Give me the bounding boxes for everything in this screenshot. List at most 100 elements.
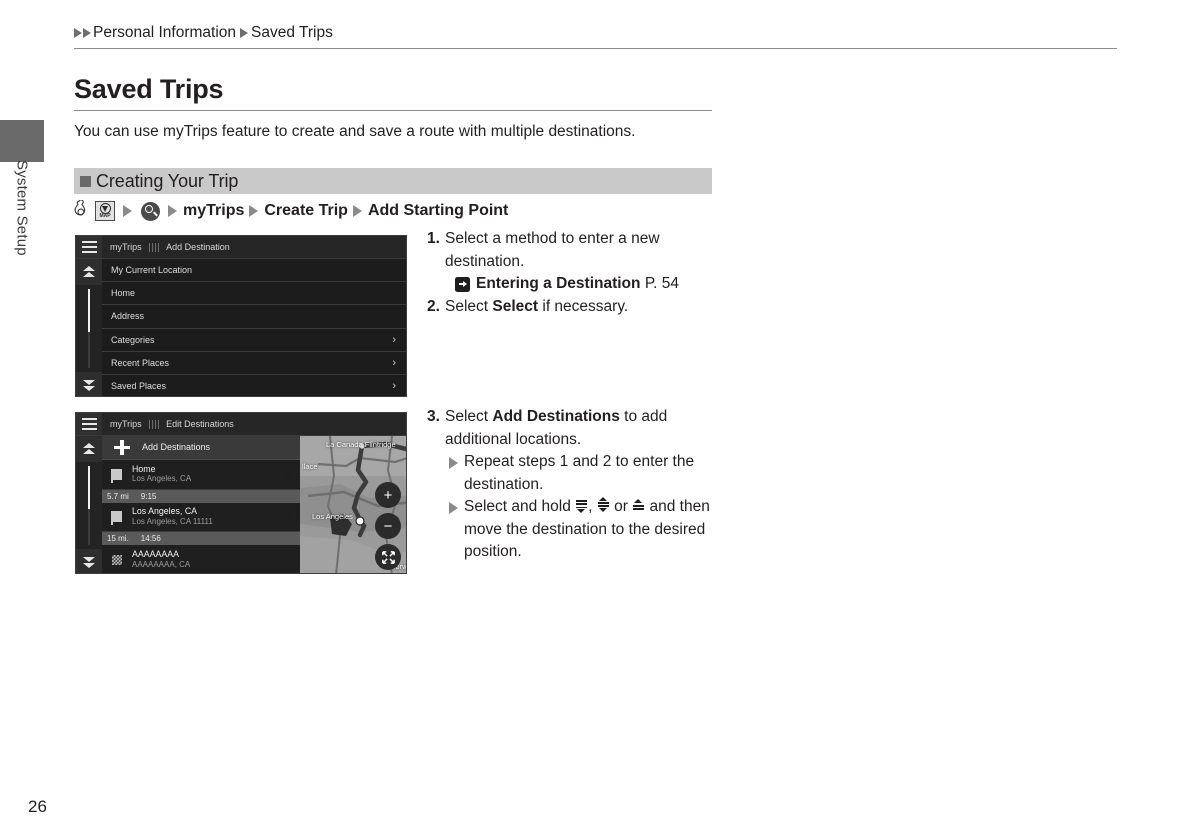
list-item[interactable]: Categories ›: [102, 329, 406, 352]
step-2-bold: Select: [492, 297, 539, 315]
breadcrumb: Personal Information Saved Trips: [74, 24, 333, 42]
destination-text: Los Angeles, CA Los Angeles, CA 11111: [132, 506, 274, 527]
device2-scroll-rail[interactable]: [76, 436, 102, 573]
handle-updown-icon[interactable]: [274, 509, 300, 525]
list-item[interactable]: Los Angeles, CA Los Angeles, CA 11111: [102, 502, 300, 533]
step-3-bullet-2-text: Select and hold , or and then move the d…: [464, 496, 719, 564]
device1-list: My Current Location Home Address Categor…: [102, 259, 406, 396]
nav-path-item-mytrips[interactable]: myTrips: [183, 202, 244, 220]
breadcrumb-item-saved-trips[interactable]: Saved Trips: [251, 24, 333, 42]
device2-body: Add Destinations Home Los Angeles, CA 5.…: [76, 436, 406, 573]
nav-path-item-add-starting-point[interactable]: Add Starting Point: [368, 202, 508, 220]
leg-info-row: 15 mi. 14:56: [102, 532, 300, 546]
chevron-right-icon: ›: [392, 333, 396, 346]
map-label-la-canada: La Canada Flintridge: [326, 440, 396, 449]
double-chevron-down-icon: [82, 379, 96, 392]
bullet-arrow-icon: [449, 502, 458, 514]
step-2-text: Select Select if necessary.: [445, 296, 715, 319]
map-expand-button[interactable]: [375, 544, 401, 570]
step-2-post: if necessary.: [538, 297, 629, 315]
sidebar-tab-marker: [0, 120, 44, 162]
scroll-down-button[interactable]: [76, 549, 102, 573]
list-item[interactable]: Recent Places ›: [102, 352, 406, 375]
device1-header: myTrips Add Destination: [76, 236, 406, 259]
map-preview[interactable]: La Canada Flintridge llace Los Angeles M…: [300, 436, 406, 573]
handle-glyph: [281, 467, 293, 481]
bullet-2-pre: Select and hold: [464, 498, 576, 515]
step-3-pre: Select: [445, 408, 493, 425]
destination-name: Home: [132, 463, 156, 474]
flag-icon: [108, 468, 126, 483]
page-root: System Setup Personal Information Saved …: [0, 0, 1191, 840]
nav-arrow-icon-1: [123, 205, 132, 217]
breadcrumb-item-personal-information[interactable]: Personal Information: [93, 24, 236, 42]
step-3-text: Select Add Destinations to add additiona…: [445, 406, 719, 451]
scrollbar-track[interactable]: [88, 289, 90, 368]
list-item[interactable]: Home: [102, 282, 406, 306]
search-circle-icon[interactable]: [141, 201, 160, 221]
list-item[interactable]: My Current Location: [102, 259, 406, 283]
device1-body: My Current Location Home Address Categor…: [76, 259, 406, 396]
double-chevron-up-icon: [82, 265, 96, 279]
nav-path-item-create-trip[interactable]: Create Trip: [264, 202, 348, 220]
destination-address: AAAAAAAA, CA: [132, 559, 191, 569]
device2-header: myTrips Edit Destinations: [76, 413, 406, 436]
step-3-bullet-2: Select and hold , or and then move the d…: [449, 496, 719, 564]
step-2-number: 2.: [427, 297, 440, 315]
handle-up-icon: [633, 499, 645, 513]
page-title: Saved Trips: [74, 74, 224, 104]
step-3: 3. Select Add Destinations to add additi…: [427, 406, 719, 451]
section-header: Creating Your Trip: [74, 168, 712, 194]
list-item[interactable]: Home Los Angeles, CA: [102, 459, 300, 490]
chevron-right-icon: ›: [392, 379, 396, 392]
scrollbar-track[interactable]: [88, 466, 90, 545]
step-3-bold: Add Destinations: [492, 408, 620, 425]
reference-link[interactable]: Entering a Destination P. 54: [455, 273, 715, 296]
list-item[interactable]: Saved Places ›: [102, 375, 406, 396]
hamburger-menu-icon[interactable]: [76, 413, 102, 435]
step-1-text: Select a method to enter a new destinati…: [445, 230, 660, 270]
breadcrumb-divider: [74, 48, 1117, 49]
scroll-up-button[interactable]: [76, 436, 102, 462]
step-3-bullet-1-text: Repeat steps 1 and 2 to enter the destin…: [464, 453, 695, 493]
checkered-flag-icon: [108, 554, 126, 565]
map-button-text: MAP: [99, 213, 111, 219]
reference-label: Entering a Destination: [476, 275, 641, 292]
add-destinations-button[interactable]: Add Destinations: [102, 436, 300, 460]
double-chevron-up-icon: [82, 442, 96, 456]
handle-down-icon[interactable]: [274, 467, 300, 481]
map-zoom-out-button[interactable]: −: [375, 513, 401, 539]
chevron-right-icon: ›: [392, 356, 396, 369]
handle-up-icon[interactable]: [274, 553, 300, 566]
plus-icon: [111, 436, 133, 458]
scrollbar-thumb[interactable]: [88, 289, 90, 333]
expand-arrows-icon: [381, 550, 395, 564]
device1-header-subtitle: Add Destination: [166, 242, 230, 252]
list-item[interactable]: AAAAAAAA AAAAAAAA, CA: [102, 545, 300, 573]
hand-press-icon: [74, 200, 86, 216]
list-item[interactable]: Address: [102, 305, 406, 329]
bullet-2-or: or: [609, 498, 633, 515]
page-intro-text: You can use myTrips feature to create an…: [74, 123, 636, 140]
scroll-up-button[interactable]: [76, 259, 102, 285]
nav-arrow-icon-2: [168, 205, 177, 217]
map-button-icon[interactable]: MAP: [95, 201, 115, 221]
add-destinations-label: Add Destinations: [142, 442, 211, 453]
hamburger-menu-icon[interactable]: [76, 236, 102, 258]
destination-address: Los Angeles, CA 11111: [132, 516, 213, 526]
nav-arrow-icon-3: [249, 205, 259, 217]
breadcrumb-arrow-icon-1: [74, 28, 82, 38]
scroll-down-button[interactable]: [76, 372, 102, 396]
destination-text: AAAAAAAA AAAAAAAA, CA: [132, 549, 274, 570]
device1-scroll-rail[interactable]: [76, 259, 102, 396]
nav-arrow-icon-4: [352, 205, 362, 217]
map-label-llace: llace: [302, 462, 318, 471]
bullet-2-mid: ,: [588, 498, 597, 515]
reference-arrow-icon: [455, 277, 470, 292]
flag-icon: [108, 511, 126, 526]
scrollbar-thumb[interactable]: [88, 466, 90, 510]
map-zoom-in-button[interactable]: +: [375, 482, 401, 508]
leg-time: 14:56: [140, 534, 161, 544]
device2-header-separator-icon: [148, 419, 160, 429]
list-item-label: Home: [111, 288, 136, 299]
